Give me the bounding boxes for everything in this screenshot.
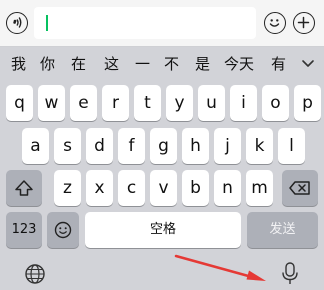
key-y[interactable]: y xyxy=(166,85,193,121)
key-u[interactable]: u xyxy=(198,85,225,121)
emoji-key[interactable] xyxy=(47,212,79,248)
key-s[interactable]: s xyxy=(54,128,81,164)
message-input[interactable] xyxy=(34,7,256,39)
key-o[interactable]: o xyxy=(262,85,289,121)
space-key[interactable]: 空格 xyxy=(85,212,241,248)
microphone-icon[interactable] xyxy=(280,261,300,286)
numbers-key[interactable]: 123 xyxy=(6,212,42,248)
key-k[interactable]: k xyxy=(246,128,273,164)
candidate-word[interactable]: 有 xyxy=(271,47,286,81)
candidate-word[interactable]: 在 xyxy=(71,47,86,81)
key-m[interactable]: m xyxy=(246,170,273,206)
send-key[interactable]: 发送 xyxy=(247,212,318,248)
candidate-word[interactable]: 一 xyxy=(135,47,150,81)
key-g[interactable]: g xyxy=(150,128,177,164)
key-t[interactable]: t xyxy=(134,85,161,121)
key-z[interactable]: z xyxy=(54,170,81,206)
chat-input-bar xyxy=(0,0,324,47)
key-v[interactable]: v xyxy=(150,170,177,206)
key-p[interactable]: p xyxy=(294,85,321,121)
candidate-word[interactable]: 你 xyxy=(40,47,55,81)
key-j[interactable]: j xyxy=(214,128,241,164)
key-n[interactable]: n xyxy=(214,170,241,206)
candidate-bar: 我 你 在 这 一 不 是 今天 有 xyxy=(0,47,324,81)
key-d[interactable]: d xyxy=(86,128,113,164)
emoji-smile-icon xyxy=(54,221,72,239)
backspace-icon xyxy=(289,181,310,195)
key-c[interactable]: c xyxy=(118,170,145,206)
chevron-down-icon[interactable] xyxy=(300,47,316,81)
globe-icon[interactable] xyxy=(24,263,46,285)
delete-key[interactable] xyxy=(282,170,318,206)
shift-key[interactable] xyxy=(6,170,42,206)
emoji-smile-icon[interactable] xyxy=(264,12,286,34)
key-h[interactable]: h xyxy=(182,128,209,164)
candidate-word[interactable]: 这 xyxy=(104,47,119,81)
shift-arrow-icon xyxy=(15,180,33,196)
candidate-word[interactable]: 今天 xyxy=(224,47,254,81)
key-b[interactable]: b xyxy=(182,170,209,206)
voice-wave-icon[interactable] xyxy=(6,12,28,34)
key-q[interactable]: q xyxy=(6,85,33,121)
candidate-word[interactable]: 不 xyxy=(164,47,179,81)
plus-icon[interactable] xyxy=(293,12,315,34)
candidate-word[interactable]: 我 xyxy=(11,47,26,81)
text-caret xyxy=(46,15,48,31)
key-f[interactable]: f xyxy=(118,128,145,164)
key-r[interactable]: r xyxy=(102,85,129,121)
key-e[interactable]: e xyxy=(70,85,97,121)
key-a[interactable]: a xyxy=(22,128,49,164)
key-i[interactable]: i xyxy=(230,85,257,121)
key-w[interactable]: w xyxy=(38,85,65,121)
candidate-word[interactable]: 是 xyxy=(195,47,210,81)
key-x[interactable]: x xyxy=(86,170,113,206)
key-l[interactable]: l xyxy=(278,128,305,164)
